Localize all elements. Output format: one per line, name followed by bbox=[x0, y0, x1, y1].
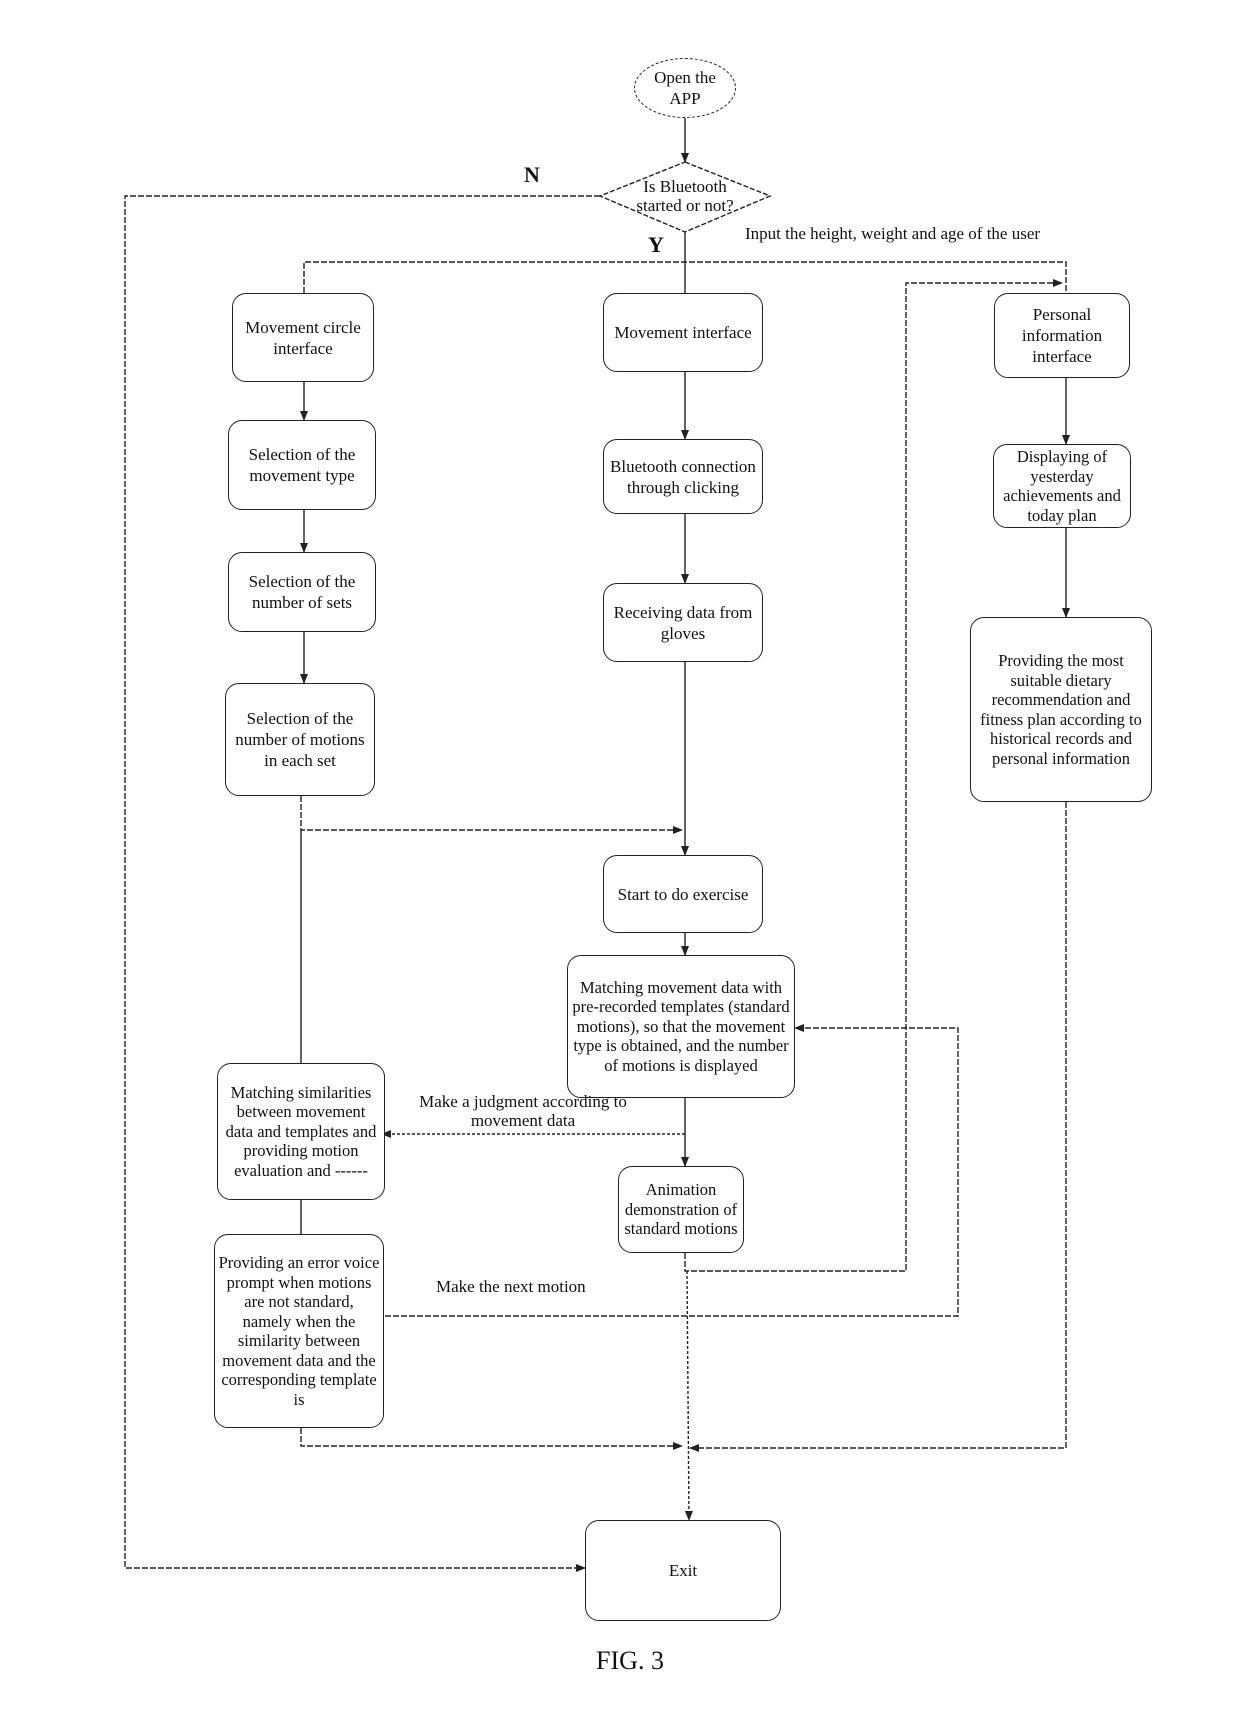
next-motion-label: Make the next motion bbox=[436, 1277, 586, 1296]
recommendation-node: Providing the most suitable dietary reco… bbox=[970, 617, 1152, 802]
yes-label: Y bbox=[648, 232, 664, 257]
decision-node-label: Is Bluetooth started or not? bbox=[636, 177, 734, 215]
recommendation-label: Providing the most suitable dietary reco… bbox=[980, 651, 1142, 768]
movement-interface-label: Movement interface bbox=[614, 323, 752, 342]
movement-circle-label: Movement circle interface bbox=[245, 317, 361, 358]
animation-node: Animation demonstration of standard moti… bbox=[618, 1166, 744, 1253]
select-sets-label: Selection of the number of sets bbox=[248, 572, 356, 612]
bluetooth-connect-node: Bluetooth connection through clicking bbox=[603, 439, 763, 514]
select-type-node: Selection of the movement type bbox=[228, 420, 376, 510]
matching-templates-node: Matching movement data with pre-recorded… bbox=[567, 955, 795, 1098]
start-exercise-label: Start to do exercise bbox=[617, 884, 749, 904]
matching-similarities-node: Matching similarities between movement d… bbox=[217, 1063, 385, 1200]
display-achievements-node: Displaying of yesterday achievements and… bbox=[993, 444, 1131, 528]
personal-info-label: Personal information interface bbox=[1021, 305, 1103, 366]
start-exercise-node: Start to do exercise bbox=[603, 855, 763, 933]
personal-info-node: Personal information interface bbox=[994, 293, 1130, 378]
start-node: Open the APP bbox=[634, 58, 736, 118]
edge-merge-to-exit bbox=[684, 1270, 693, 1521]
start-node-label: Open the APP bbox=[654, 68, 716, 108]
display-achievements-label: Displaying of yesterday achievements and… bbox=[1003, 447, 1121, 525]
exit-node: Exit bbox=[585, 1520, 781, 1621]
error-prompt-node: Providing an error voice prompt when mot… bbox=[214, 1234, 384, 1428]
exit-label: Exit bbox=[668, 1561, 698, 1580]
judgment-label: Make a judgment according to movement da… bbox=[419, 1092, 627, 1130]
movement-circle-node: Movement circle interface bbox=[232, 293, 374, 382]
movement-interface-node: Movement interface bbox=[603, 293, 763, 372]
bluetooth-connect-label: Bluetooth connection through clicking bbox=[610, 456, 756, 497]
edge-motions-to-start-exercise bbox=[300, 796, 683, 834]
animation-label: Animation demonstration of standard moti… bbox=[624, 1180, 738, 1239]
figure-caption: FIG. 3 bbox=[596, 1646, 664, 1675]
select-motions-label: Selection of the number of motions in ea… bbox=[235, 709, 365, 770]
select-type-label: Selection of the movement type bbox=[248, 445, 356, 485]
select-motions-node: Selection of the number of motions in ea… bbox=[225, 683, 375, 796]
select-sets-node: Selection of the number of sets bbox=[228, 552, 376, 632]
input-user-label: Input the height, weight and age of the … bbox=[745, 224, 1041, 243]
no-label: N bbox=[524, 162, 540, 187]
matching-templates-label: Matching movement data with pre-recorded… bbox=[572, 977, 790, 1075]
receive-data-label: Receiving data from gloves bbox=[613, 602, 753, 643]
receive-data-node: Receiving data from gloves bbox=[603, 583, 763, 662]
edge-error-to-exit bbox=[300, 1428, 683, 1450]
error-prompt-label: Providing an error voice prompt when mot… bbox=[218, 1253, 380, 1409]
matching-similarities-label: Matching similarities between movement d… bbox=[225, 1082, 377, 1180]
